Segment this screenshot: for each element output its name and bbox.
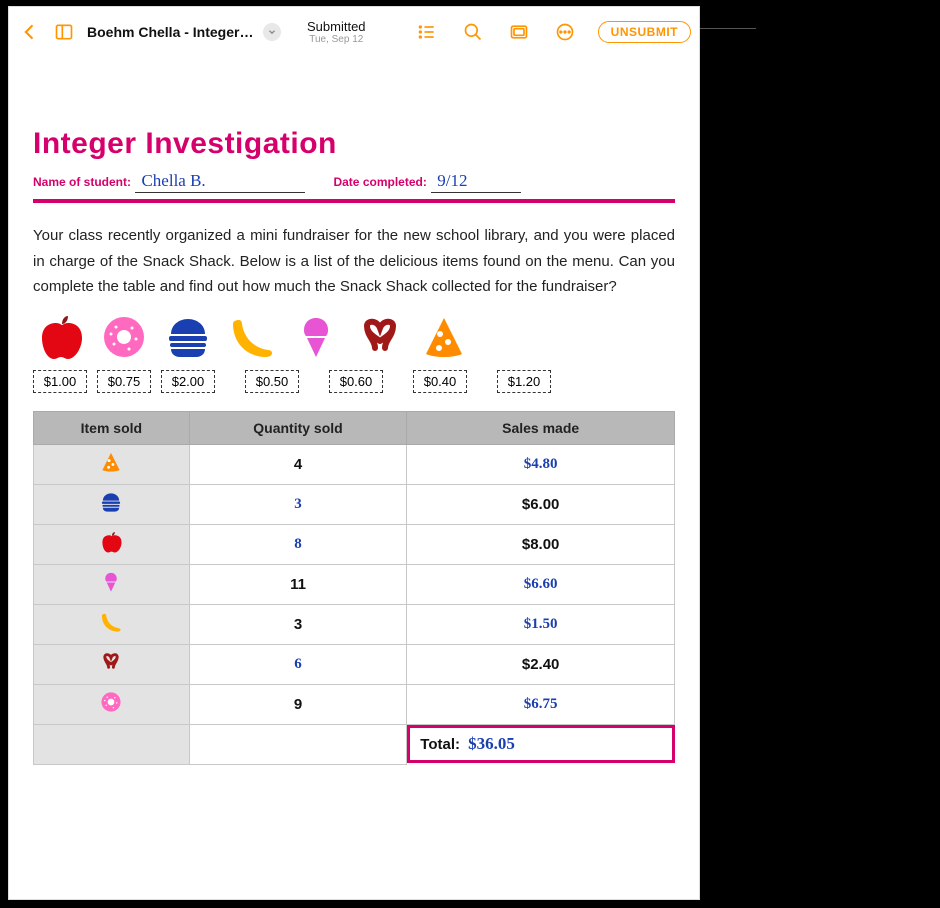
- back-icon[interactable]: [17, 19, 43, 45]
- sales-cell: $6.00: [407, 484, 675, 524]
- table-row: 4 $4.80: [34, 444, 675, 484]
- burger-icon: [100, 500, 122, 517]
- qty-cell: 8: [189, 524, 407, 564]
- item-cell-apple: [34, 524, 190, 564]
- qty-cell: 4: [189, 444, 407, 484]
- qty-cell: 3: [189, 484, 407, 524]
- snack-icon-row: [33, 314, 675, 360]
- date-label: Date completed:: [333, 175, 426, 189]
- donut-icon: [100, 700, 122, 717]
- pretzel-icon: [100, 660, 122, 677]
- sales-cell: $1.50: [407, 604, 675, 644]
- total-empty-1: [34, 724, 190, 764]
- table-header-1: Quantity sold: [189, 411, 407, 444]
- sales-cell: $6.75: [407, 684, 675, 724]
- sales-cell: $2.40: [407, 644, 675, 684]
- item-cell-banana: [34, 604, 190, 644]
- apple-icon: [33, 314, 87, 360]
- status-label: Submitted: [307, 19, 366, 34]
- item-cell-pizza: [34, 444, 190, 484]
- qty-cell: 9: [189, 684, 407, 724]
- table-row: 11 $6.60: [34, 564, 675, 604]
- snack-price-row: $1.00 $0.75 $2.00 $0.50 $0.60 $0.40 $1.20: [33, 370, 675, 393]
- list-icon[interactable]: [414, 19, 440, 45]
- icecream-icon: [289, 314, 343, 360]
- qty-cell: 11: [189, 564, 407, 604]
- burger-icon: [161, 314, 215, 360]
- unsubmit-button[interactable]: UNSUBMIT: [598, 21, 691, 43]
- worksheet-title: Integer Investigation: [33, 127, 675, 161]
- item-cell-icecream: [34, 564, 190, 604]
- price-banana: $0.50: [245, 370, 299, 393]
- icecream-icon: [100, 580, 122, 597]
- price-apple: $1.00: [33, 370, 87, 393]
- table-row: 3 $1.50: [34, 604, 675, 644]
- table-row: 3 $6.00: [34, 484, 675, 524]
- doc-title-block[interactable]: Boehm Chella - Integers I...: [87, 23, 281, 41]
- more-icon[interactable]: [552, 19, 578, 45]
- total-cell: Total: $36.05: [407, 724, 675, 764]
- sales-cell: $6.60: [407, 564, 675, 604]
- sales-table: Item soldQuantity soldSales made 4 $4.80…: [33, 411, 675, 765]
- separator-line: [33, 199, 675, 203]
- pizza-icon: [100, 460, 122, 477]
- sales-cell: $8.00: [407, 524, 675, 564]
- sales-cell: $4.80: [407, 444, 675, 484]
- sidebar-icon[interactable]: [51, 19, 77, 45]
- total-empty-2: [189, 724, 407, 764]
- worksheet-page: Integer Investigation Name of student: C…: [9, 57, 699, 785]
- pretzel-icon: [353, 314, 407, 360]
- table-row: 6 $2.40: [34, 644, 675, 684]
- qty-cell: 6: [189, 644, 407, 684]
- price-pretzel: $0.40: [413, 370, 467, 393]
- chevron-down-icon[interactable]: [263, 23, 281, 41]
- pizza-icon: [417, 314, 471, 360]
- table-header-0: Item sold: [34, 411, 190, 444]
- donut-icon: [97, 314, 151, 360]
- name-value: Chella B.: [135, 171, 305, 193]
- callout-line: [700, 28, 756, 29]
- item-cell-pretzel: [34, 644, 190, 684]
- qty-cell: 3: [189, 604, 407, 644]
- price-icecream: $0.60: [329, 370, 383, 393]
- total-label: Total:: [420, 736, 460, 753]
- price-pizza: $1.20: [497, 370, 551, 393]
- total-value: $36.05: [468, 734, 515, 753]
- status-date: Tue, Sep 12: [307, 34, 366, 45]
- item-cell-donut: [34, 684, 190, 724]
- name-label: Name of student:: [33, 175, 131, 189]
- price-burger: $2.00: [161, 370, 215, 393]
- table-row: 9 $6.75: [34, 684, 675, 724]
- status-block: Submitted Tue, Sep 12: [307, 19, 366, 45]
- price-donut: $0.75: [97, 370, 151, 393]
- table-row: 8 $8.00: [34, 524, 675, 564]
- banana-icon: [225, 314, 279, 360]
- media-icon[interactable]: [506, 19, 532, 45]
- search-icon[interactable]: [460, 19, 486, 45]
- table-header-2: Sales made: [407, 411, 675, 444]
- app-window: Boehm Chella - Integers I... Submitted T…: [8, 6, 700, 900]
- banana-icon: [100, 620, 122, 637]
- date-value: 9/12: [431, 171, 521, 193]
- doc-title: Boehm Chella - Integers I...: [87, 24, 257, 40]
- toolbar: Boehm Chella - Integers I... Submitted T…: [9, 7, 699, 57]
- worksheet-meta-row: Name of student: Chella B. Date complete…: [33, 171, 675, 193]
- item-cell-burger: [34, 484, 190, 524]
- apple-icon: [100, 540, 122, 557]
- worksheet-paragraph: Your class recently organized a mini fun…: [33, 223, 675, 300]
